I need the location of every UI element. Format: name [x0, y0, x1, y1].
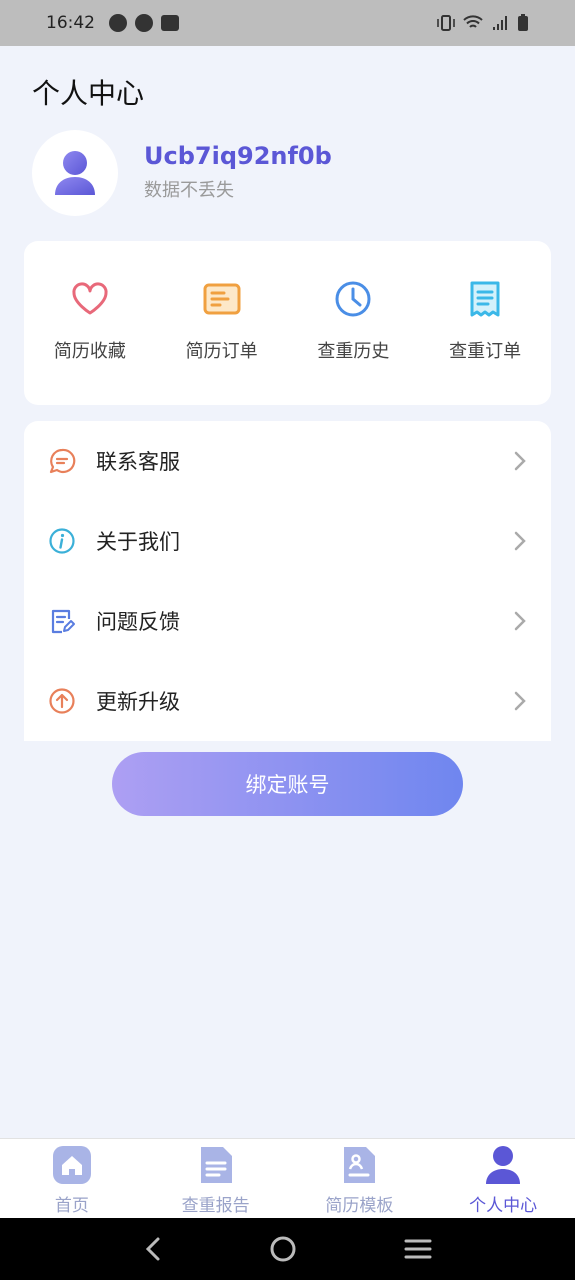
bottom-tab-bar: 首页 查重报告 简历模板 个人中心: [0, 1138, 575, 1218]
menu-item-update[interactable]: 更新升级: [24, 661, 551, 741]
user-subtitle: 数据不丢失: [144, 180, 234, 201]
clock-icon: [335, 281, 371, 317]
battery-icon: [518, 14, 528, 31]
signal-icon: [493, 16, 507, 30]
username: Ucb7iq92nf0b: [144, 142, 332, 170]
menu-item-contact-support[interactable]: 联系客服: [24, 421, 551, 501]
tab-label: 个人中心: [469, 1196, 538, 1216]
tab-personal-center[interactable]: 个人中心: [431, 1139, 575, 1218]
info-icon: [48, 527, 76, 555]
shortcut-resume-orders[interactable]: 简历订单: [156, 241, 288, 405]
shortcut-label: 简历订单: [185, 341, 258, 362]
feedback-icon: [48, 607, 76, 635]
menu-label: 关于我们: [96, 530, 180, 554]
vibrate-icon: [437, 15, 455, 31]
chevron-right-icon: [514, 531, 526, 551]
back-icon[interactable]: [143, 1236, 163, 1262]
upgrade-icon: [48, 687, 76, 715]
menu-label: 联系客服: [96, 450, 180, 474]
page-title: 个人中心: [32, 77, 145, 110]
bind-account-button[interactable]: 绑定账号: [112, 752, 463, 816]
system-nav-bar: [0, 1218, 575, 1280]
menu-item-about-us[interactable]: 关于我们: [24, 501, 551, 581]
order-icon: [203, 283, 241, 315]
chevron-right-icon: [514, 611, 526, 631]
shortcut-label: 查重历史: [317, 341, 390, 362]
document-icon: [470, 281, 500, 317]
tab-check-report[interactable]: 查重报告: [144, 1139, 288, 1218]
tab-home[interactable]: 首页: [0, 1139, 144, 1218]
shield-icon: [135, 14, 153, 32]
chevron-right-icon: [514, 451, 526, 471]
person-icon: [55, 151, 95, 195]
template-icon: [344, 1147, 376, 1183]
report-icon: [200, 1147, 232, 1183]
menu-label: 问题反馈: [96, 610, 180, 634]
shortcut-check-orders[interactable]: 查重订单: [419, 241, 551, 405]
tab-label: 首页: [54, 1196, 89, 1216]
menu-label: 更新升级: [96, 690, 180, 714]
chevron-right-icon: [514, 691, 526, 711]
avatar[interactable]: [32, 130, 118, 216]
shortcut-card: 简历收藏 简历订单 查重历史 查重订单: [24, 241, 551, 405]
shortcut-check-history[interactable]: 查重历史: [288, 241, 420, 405]
chat-icon: [48, 447, 76, 475]
tab-resume-templates[interactable]: 简历模板: [288, 1139, 432, 1218]
status-time: 16:42: [46, 13, 95, 33]
home-circle-icon[interactable]: [269, 1235, 297, 1263]
shortcut-resume-favorites[interactable]: 简历收藏: [24, 241, 156, 405]
heart-icon: [72, 282, 108, 315]
menu-card: 联系客服 关于我们 问题反馈 更新升级: [24, 421, 551, 741]
tab-label: 简历模板: [325, 1196, 394, 1216]
shortcut-label: 简历收藏: [53, 341, 126, 362]
menu-icon[interactable]: [404, 1238, 432, 1260]
person-icon: [486, 1146, 521, 1184]
status-bar: 16:42: [0, 0, 575, 46]
check-icon: [109, 14, 127, 32]
tab-label: 查重报告: [181, 1196, 250, 1216]
shortcut-label: 查重订单: [449, 341, 522, 362]
home-icon: [52, 1146, 91, 1184]
wifi-icon: [463, 15, 483, 28]
notification-icon: [161, 15, 179, 31]
menu-item-feedback[interactable]: 问题反馈: [24, 581, 551, 661]
